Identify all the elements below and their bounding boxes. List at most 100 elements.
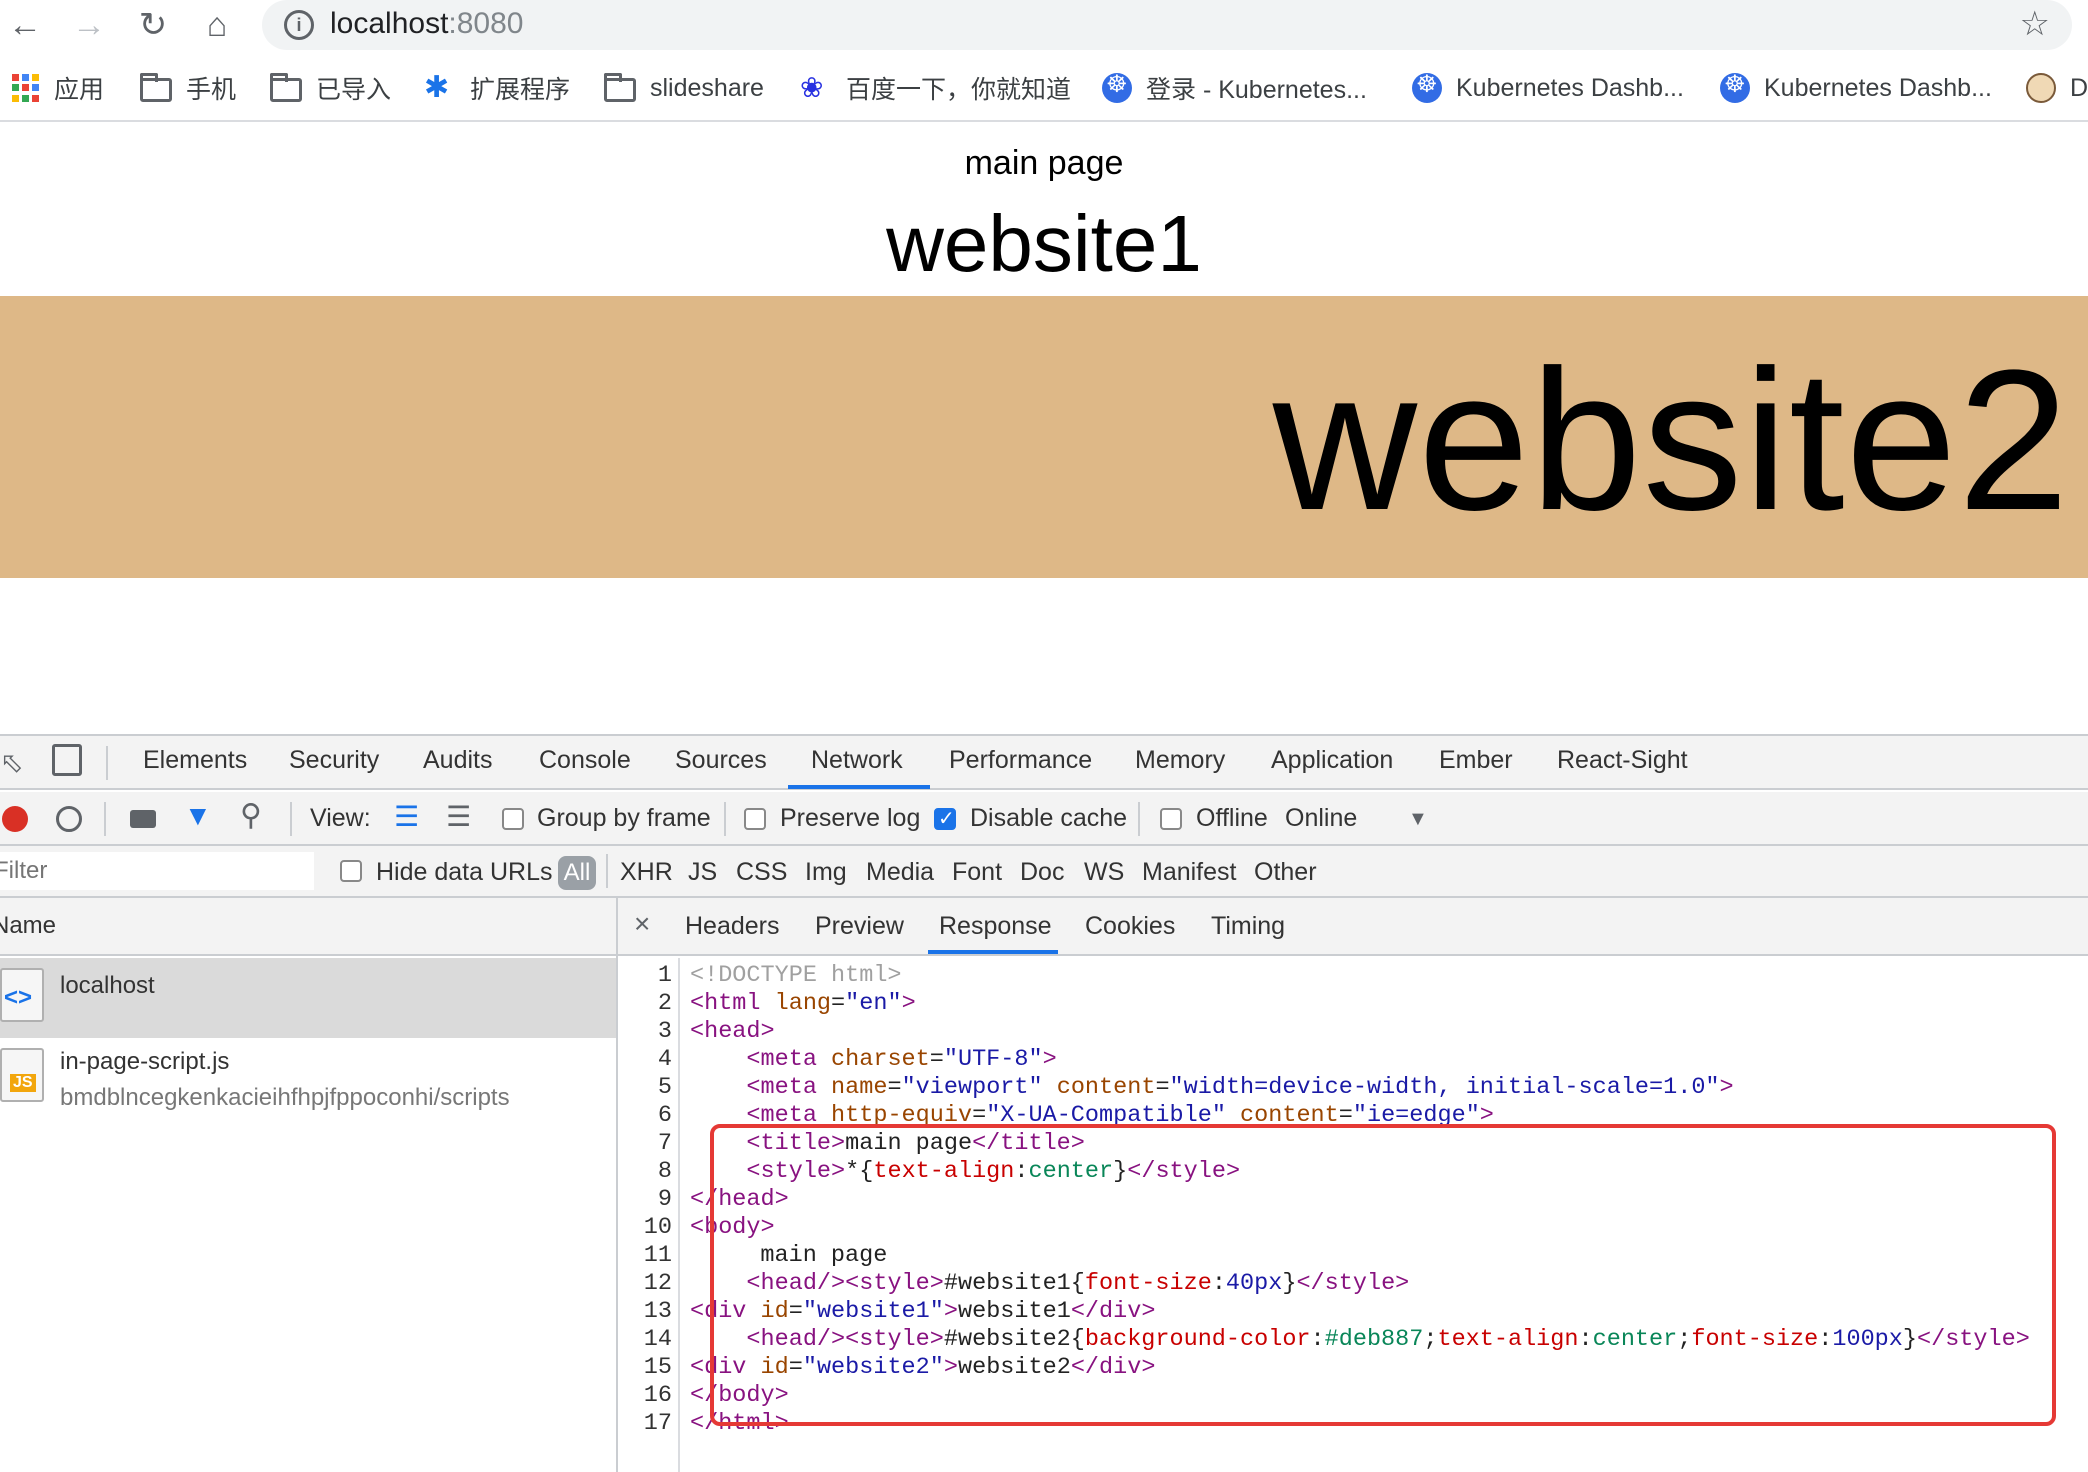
- filter-other[interactable]: Other: [1254, 858, 1317, 887]
- tab-security[interactable]: Security: [289, 746, 379, 775]
- baidu-paw-icon: ❀: [800, 72, 824, 103]
- website2-div: website2: [0, 296, 2088, 578]
- divider: [104, 802, 106, 836]
- bookmark-label: Kubernetes Dashb...: [1456, 73, 1684, 102]
- preserve-log-checkbox[interactable]: [744, 808, 766, 830]
- bookmark-folder-phone[interactable]: 手机: [140, 68, 236, 108]
- line-number: 13: [643, 1298, 672, 1325]
- filter-bar: Hide data URLs All XHR JS CSS Img Media …: [0, 846, 2088, 898]
- tab-memory[interactable]: Memory: [1135, 746, 1225, 775]
- token: <meta: [746, 1046, 832, 1073]
- bookmark-k8s-login[interactable]: 登录 - Kubernetes...: [1102, 68, 1367, 108]
- forward-arrow-icon[interactable]: →: [66, 2, 112, 48]
- request-name: in-page-script.js: [60, 1048, 230, 1075]
- code-line: <head>: [690, 1018, 775, 1045]
- js-badge-icon: JS: [10, 1074, 36, 1092]
- filter-all-button[interactable]: All: [558, 856, 596, 890]
- bookmark-extensions[interactable]: ✱ 扩展程序: [424, 68, 570, 108]
- url-host: localhost: [330, 7, 449, 40]
- puzzle-icon: ✱: [424, 71, 450, 104]
- tab-performance[interactable]: Performance: [949, 746, 1092, 775]
- token: <meta: [746, 1074, 832, 1101]
- close-icon[interactable]: ×: [634, 908, 650, 940]
- group-by-frame-checkbox[interactable]: [502, 808, 524, 830]
- offline-checkbox[interactable]: [1160, 808, 1182, 830]
- back-arrow-icon[interactable]: ←: [2, 2, 48, 48]
- divider: [724, 802, 726, 836]
- token: "en": [845, 990, 902, 1017]
- filter-css[interactable]: CSS: [736, 858, 787, 887]
- hide-data-urls-checkbox[interactable]: [340, 860, 362, 882]
- address-bar[interactable]: i localhost:8080 ☆: [262, 0, 2072, 50]
- tab-ember[interactable]: Ember: [1439, 746, 1513, 775]
- filter-js[interactable]: JS: [688, 858, 717, 887]
- filter-funnel-icon[interactable]: ▼: [184, 800, 212, 832]
- bookmarks-bar: 应用 手机 已导入 ✱ 扩展程序 slideshare ❀ 百度一下，你就知道 …: [0, 60, 2088, 122]
- request-row-in-page-script[interactable]: JS in-page-script.js bmdblncegkenkacieih…: [0, 1038, 618, 1118]
- tab-headers[interactable]: Headers: [685, 912, 780, 941]
- bookmark-k8s-dashboard-2[interactable]: Kubernetes Dashb...: [1720, 68, 1992, 108]
- kubernetes-icon: [1720, 70, 1750, 103]
- line-number: 2: [657, 990, 672, 1017]
- line-number: 7: [657, 1130, 672, 1157]
- reload-icon[interactable]: ↻: [130, 2, 176, 48]
- bookmark-d[interactable]: D: [2026, 68, 2088, 108]
- filter-img[interactable]: Img: [805, 858, 847, 887]
- device-toolbar-icon[interactable]: [52, 744, 82, 776]
- request-row-localhost[interactable]: <> localhost: [0, 958, 618, 1038]
- divider: [1138, 802, 1140, 836]
- inspect-element-icon[interactable]: ⬁: [0, 746, 23, 779]
- filter-xhr[interactable]: XHR: [620, 858, 673, 887]
- tab-elements[interactable]: Elements: [143, 746, 247, 775]
- bookmark-star-icon[interactable]: ☆: [2020, 4, 2050, 44]
- tab-console[interactable]: Console: [539, 746, 631, 775]
- home-icon[interactable]: ⌂: [194, 2, 240, 48]
- bookmark-baidu[interactable]: ❀ 百度一下，你就知道: [800, 68, 1071, 108]
- filter-manifest[interactable]: Manifest: [1142, 858, 1236, 887]
- filter-media[interactable]: Media: [866, 858, 934, 887]
- screenshot-camera-icon[interactable]: [130, 810, 156, 828]
- clear-icon[interactable]: [56, 806, 82, 832]
- tab-sources[interactable]: Sources: [675, 746, 767, 775]
- website1-div: website1: [886, 199, 1202, 288]
- line-number: 4: [657, 1046, 672, 1073]
- tab-react-sight[interactable]: React-Sight: [1557, 746, 1688, 775]
- bookmark-label: D: [2070, 73, 2088, 102]
- bookmark-folder-slideshare[interactable]: slideshare: [604, 68, 764, 108]
- filter-doc[interactable]: Doc: [1020, 858, 1064, 887]
- token: lang: [774, 990, 832, 1017]
- disable-cache-checkbox[interactable]: [934, 806, 956, 831]
- record-icon[interactable]: [2, 806, 28, 832]
- folder-icon: [604, 73, 636, 102]
- tab-timing[interactable]: Timing: [1211, 912, 1285, 941]
- search-icon[interactable]: ⚲: [240, 798, 262, 833]
- tab-application[interactable]: Application: [1271, 746, 1393, 775]
- bookmark-apps[interactable]: 应用: [12, 68, 104, 108]
- requests-column-header[interactable]: Name: [0, 898, 618, 956]
- bookmark-k8s-dashboard-1[interactable]: Kubernetes Dashb...: [1412, 68, 1684, 108]
- token: >: [1042, 1046, 1057, 1073]
- preserve-log-label: Preserve log: [780, 804, 921, 832]
- tab-response[interactable]: Response: [939, 912, 1052, 941]
- script-file-icon: JS: [0, 1048, 44, 1102]
- filter-input[interactable]: [0, 852, 314, 890]
- tab-network[interactable]: Network: [811, 746, 903, 775]
- tab-cookies[interactable]: Cookies: [1085, 912, 1175, 941]
- tab-audits[interactable]: Audits: [423, 746, 492, 775]
- info-icon[interactable]: i: [284, 10, 314, 40]
- bookmark-folder-imported[interactable]: 已导入: [270, 68, 391, 108]
- waterfall-icon[interactable]: ☰: [446, 800, 471, 833]
- active-detail-tab-indicator: [928, 950, 1058, 954]
- bookmark-label: 扩展程序: [470, 76, 571, 104]
- filter-ws[interactable]: WS: [1084, 858, 1124, 887]
- line-number: 15: [643, 1354, 672, 1381]
- token: charset: [831, 1046, 930, 1073]
- throttle-select[interactable]: Online: [1285, 804, 1357, 833]
- line-number: 6: [657, 1102, 672, 1129]
- filter-font[interactable]: Font: [952, 858, 1002, 887]
- tab-preview[interactable]: Preview: [815, 912, 904, 941]
- large-rows-icon[interactable]: ☰: [394, 800, 419, 833]
- name-column-label: Name: [0, 912, 57, 939]
- request-name: localhost: [60, 972, 155, 999]
- chevron-down-icon[interactable]: ▼: [1408, 808, 1428, 831]
